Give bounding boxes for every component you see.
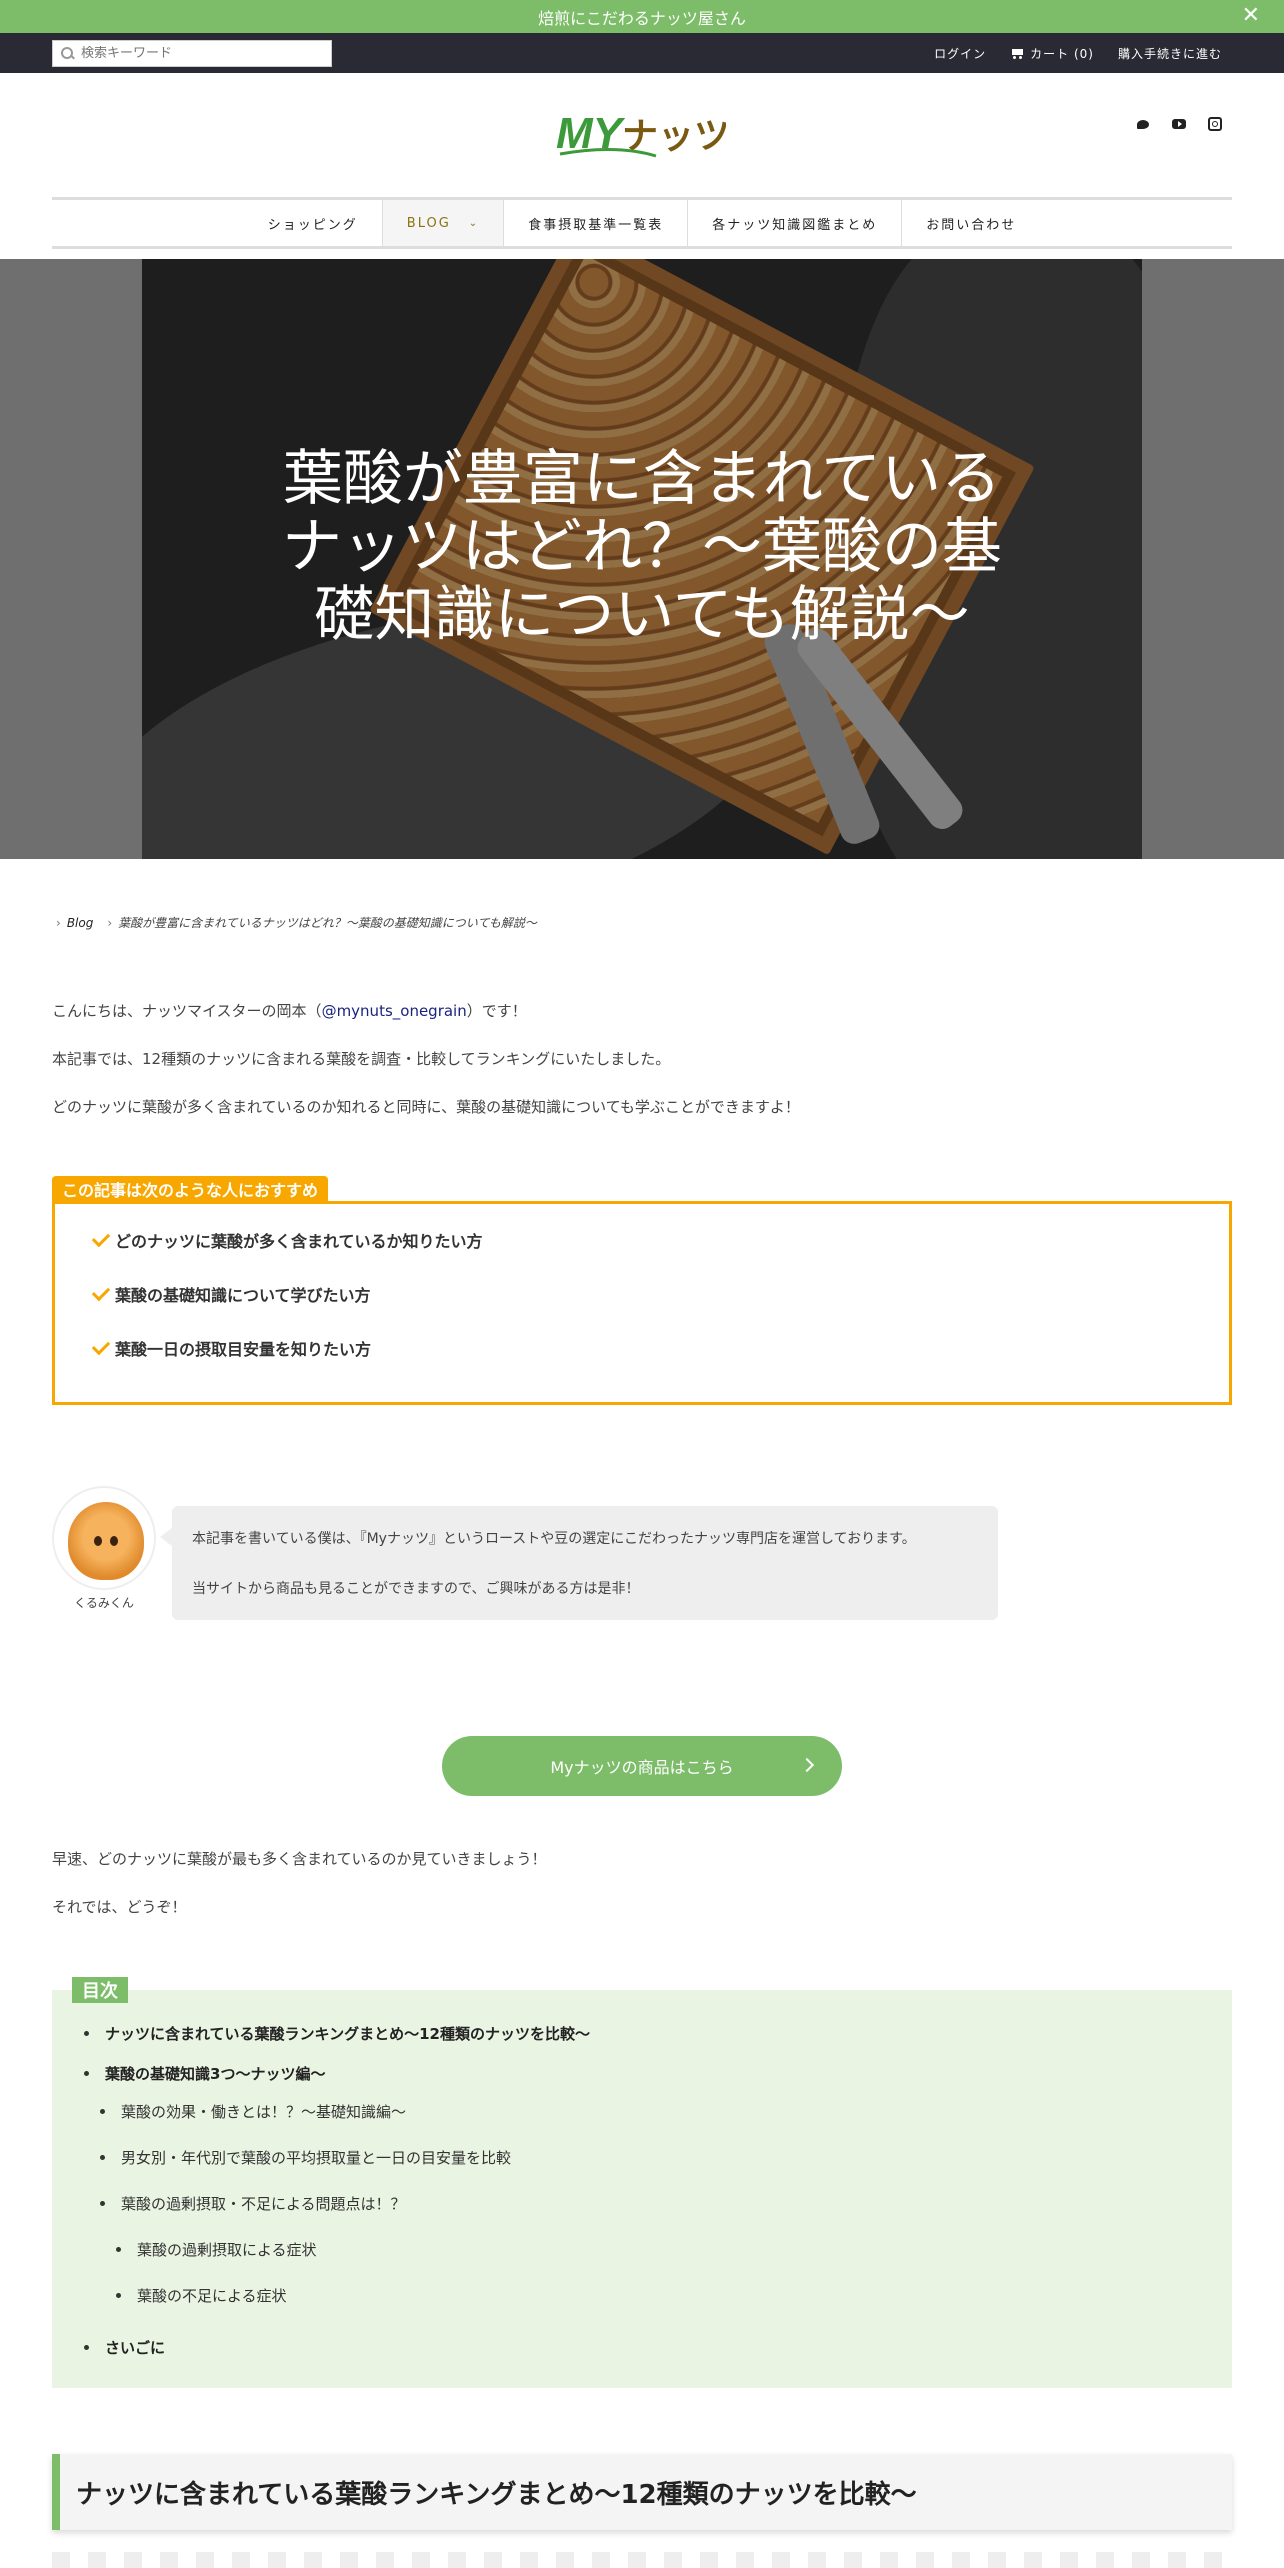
toc-item-text: 葉酸の不足による症状 (137, 2287, 287, 2305)
close-icon[interactable]: ✕ (1242, 2, 1260, 30)
toc-item[interactable]: ナッツに含まれている葉酸ランキングまとめ〜12種類のナッツを比較〜 (84, 2023, 590, 2044)
twitter-icon[interactable] (1136, 117, 1150, 131)
recommend-item-text: どのナッツに葉酸が多く含まれているか知りたい方 (115, 1232, 483, 1251)
nav-item-nut-guide[interactable]: 各ナッツ知識図鑑まとめ (688, 200, 903, 246)
search-input[interactable] (81, 46, 321, 61)
table-of-contents (52, 1990, 1232, 2388)
toc-item-text: ナッツに含まれている葉酸ランキングまとめ〜12種類のナッツを比較〜 (105, 2025, 590, 2043)
cart-link[interactable]: カート (0) (1010, 45, 1094, 62)
recommend-item: 葉酸一日の摂取目安量を知りたい方 (91, 1336, 372, 1360)
section-heading: ナッツに含まれている葉酸ランキングまとめ〜12種類のナッツを比較〜 (52, 2454, 1232, 2530)
recommend-item-text: 葉酸一日の摂取目安量を知りたい方 (115, 1340, 372, 1359)
speech-line-1: 本記事を書いている僕は、『Myナッツ』というローストや豆の選定にこだわったナッツ… (192, 1531, 916, 1547)
check-icon (91, 1336, 111, 1356)
cart-label: カート (0) (1030, 46, 1094, 61)
intro-paragraph-2: 本記事では、12種類のナッツに含まれる葉酸を調査・比較してランキングにいたしまし… (52, 1050, 671, 1068)
toc-item[interactable]: 葉酸の効果・働きとは！？〜基礎知識編〜 (100, 2101, 406, 2122)
toc-item-text: 葉酸の効果・働きとは！？〜基礎知識編〜 (121, 2103, 407, 2121)
main-nav: ショッピング BLOG ⌄ 食事摂取基準一覧表 各ナッツ知識図鑑まとめ お問い合… (52, 197, 1232, 249)
chevron-right-icon (799, 1757, 815, 1773)
products-button-label: Myナッツの商品はこちら (550, 1758, 734, 1777)
avatar (52, 1486, 156, 1590)
recommend-box: どのナッツに葉酸が多く含まれているか知りたい方 葉酸の基礎知識について学びたい方… (52, 1201, 1232, 1405)
toc-item[interactable]: 葉酸の基礎知識3つ〜ナッツ編〜 (84, 2063, 325, 2084)
recommend-item: どのナッツに葉酸が多く含まれているか知りたい方 (91, 1228, 483, 1252)
toc-item[interactable]: 男女別・年代別で葉酸の平均摂取量と一日の目安量を比較 (100, 2147, 511, 2168)
lead-paragraph-2: それでは、どうぞ！ (52, 1898, 187, 1916)
divider (52, 2552, 1232, 2568)
announcement-bar: 焙煎にこだわるナッツ屋さん ✕ (0, 0, 1284, 33)
search-box[interactable] (52, 40, 332, 67)
site-logo[interactable]: MY ナッツ (556, 104, 726, 162)
instagram-icon[interactable] (1208, 117, 1222, 131)
breadcrumb: › Blog › 葉酸が豊富に含まれているナッツはどれ？〜葉酸の基礎知識について… (56, 914, 537, 931)
lead-paragraph-1: 早速、どのナッツに葉酸が最も多く含まれているのか見ていきましょう！ (52, 1850, 547, 1868)
speech-bubble: 本記事を書いている僕は、『Myナッツ』というローストや豆の選定にこだわったナッツ… (160, 1506, 998, 1620)
nav-item-blog-label: BLOG (406, 215, 451, 231)
checkout-link[interactable]: 購入手続きに進む (1118, 45, 1222, 62)
recommend-item: 葉酸の基礎知識について学びたい方 (91, 1282, 371, 1306)
intro-greeting: こんにちは、ナッツマイスターの岡本（@mynuts_onegrain）です！ (52, 1000, 527, 1021)
toc-item[interactable]: さいごに (84, 2337, 165, 2358)
youtube-icon[interactable] (1172, 117, 1186, 131)
nav-item-blog[interactable]: BLOG ⌄ (382, 200, 505, 246)
cart-icon (1010, 48, 1024, 59)
nav-item-shopping[interactable]: ショッピング (244, 200, 383, 246)
social-links (1136, 117, 1222, 131)
toc-item-text: 男女別・年代別で葉酸の平均摂取量と一日の目安量を比較 (121, 2149, 512, 2167)
author-handle-link[interactable]: @mynuts_onegrain (322, 1002, 467, 1020)
toc-item[interactable]: 葉酸の過剰摂取による症状 (116, 2239, 317, 2260)
nav-item-contact[interactable]: お問い合わせ (902, 200, 1040, 246)
toc-item[interactable]: 葉酸の不足による症状 (116, 2285, 287, 2306)
speech-line-2: 当サイトから商品も見ることができますので、ご興味がある方は是非！ (192, 1581, 640, 1597)
intro-paragraph-3: どのナッツに葉酸が多く含まれているのか知れると同時に、葉酸の基礎知識についても学… (52, 1098, 800, 1116)
chevron-right-icon: › (107, 915, 113, 930)
article-title: 葉酸が豊富に含まれているナッツはどれ？〜葉酸の基礎知識についても解説〜 (282, 444, 1002, 650)
avatar-name: くるみくん (74, 1596, 134, 1610)
intro-greeting-end: ）です！ (466, 1002, 527, 1020)
check-icon (91, 1228, 111, 1248)
chevron-right-icon: › (56, 915, 61, 930)
account-links: ログイン カート (0) 購入手続きに進む (910, 33, 1222, 73)
toc-item-text: さいごに (105, 2339, 166, 2357)
chevron-down-icon: ⌄ (468, 217, 480, 229)
top-bar: ログイン カート (0) 購入手続きに進む (0, 33, 1284, 73)
products-button[interactable]: Myナッツの商品はこちら (442, 1736, 842, 1796)
toc-item[interactable]: 葉酸の過剰摂取・不足による問題点は！？ (100, 2193, 406, 2214)
toc-item-text: 葉酸の過剰摂取による症状 (137, 2241, 317, 2259)
breadcrumb-blog[interactable]: Blog (67, 916, 94, 930)
announcement-text: 焙煎にこだわるナッツ屋さん (538, 8, 746, 28)
breadcrumb-current: 葉酸が豊富に含まれているナッツはどれ？〜葉酸の基礎知識についても解説〜 (118, 916, 537, 930)
toc-item-text: 葉酸の基礎知識3つ〜ナッツ編〜 (105, 2065, 326, 2083)
search-icon (61, 46, 75, 61)
check-icon (91, 1282, 111, 1302)
recommend-item-text: 葉酸の基礎知識について学びたい方 (115, 1286, 371, 1305)
toc-item-text: 葉酸の過剰摂取・不足による問題点は！？ (121, 2195, 406, 2213)
toc-label: 目次 (72, 1977, 128, 2003)
nav-item-intake-table[interactable]: 食事摂取基準一覧表 (504, 200, 689, 246)
login-link[interactable]: ログイン (934, 45, 986, 62)
hero-banner: 葉酸が豊富に含まれているナッツはどれ？〜葉酸の基礎知識についても解説〜 (0, 259, 1284, 859)
intro-greeting-text: こんにちは、ナッツマイスターの岡本（ (52, 1002, 322, 1020)
recommend-label: この記事は次のような人におすすめ (52, 1176, 329, 1202)
